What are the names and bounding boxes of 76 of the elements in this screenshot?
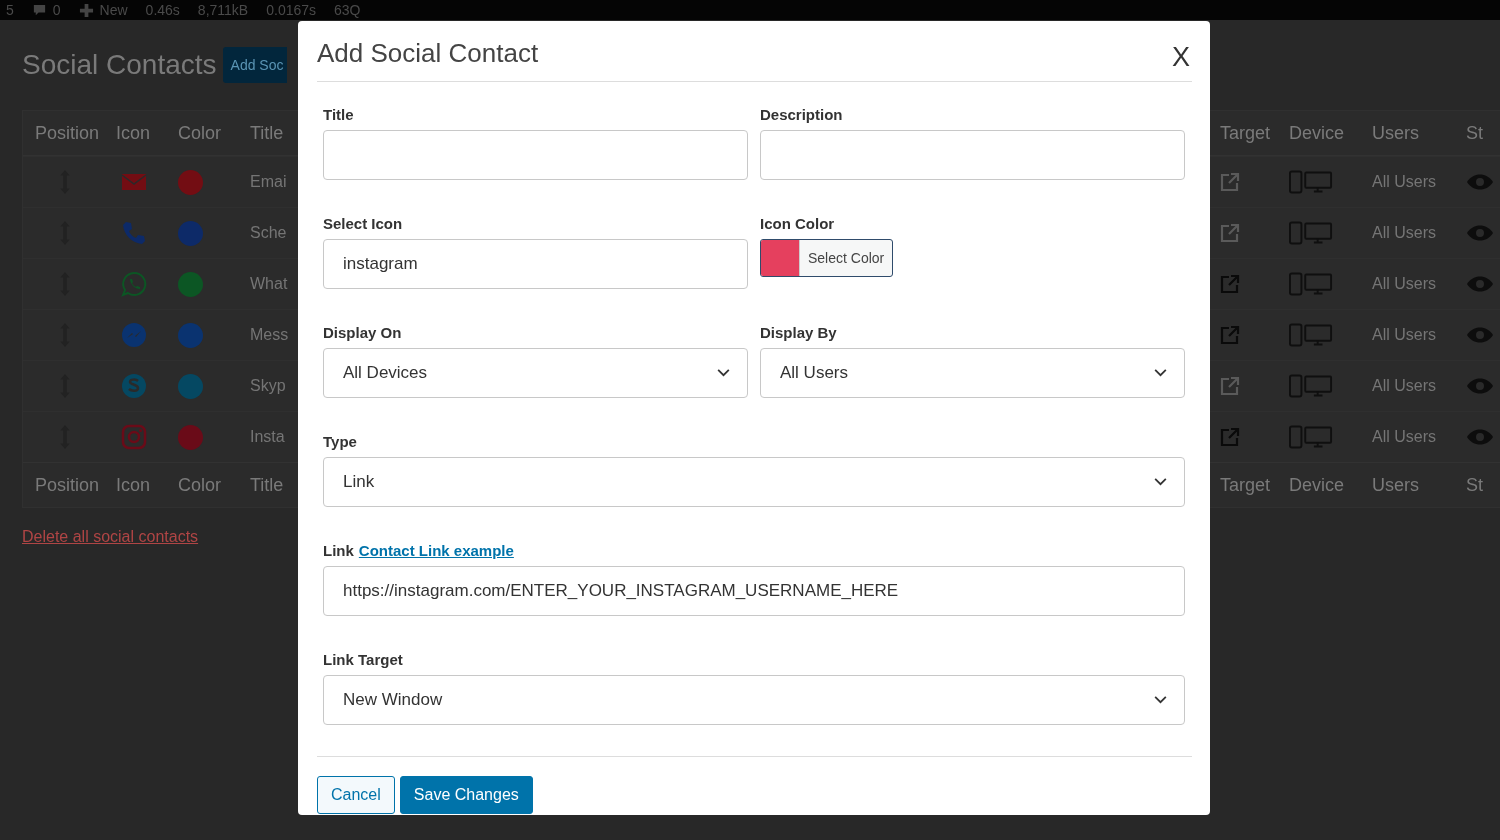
select-field[interactable]: All Users [760,348,1185,398]
field-label: Display On [323,323,402,341]
table-cell: All Users [1372,326,1436,344]
phone-monitor-icon [1289,272,1333,296]
example-link[interactable]: Contact Link example [358,541,514,559]
modal-title: Add Social Contact [317,38,539,70]
eye-icon [1466,377,1494,395]
column-footer: Device [1289,474,1372,496]
table-cell: All Users [1372,173,1436,191]
table-cell: All Users [1372,275,1436,293]
column-footer: Title [250,474,298,496]
table-cell: Emai [250,173,287,191]
input-field[interactable]: instagram [323,239,748,289]
camera-icon [121,424,147,450]
chevron-down-icon [1154,696,1167,704]
column-header: Users [1372,122,1420,144]
column-header: Icon [116,122,152,144]
table-cell: Mess [250,326,289,344]
input-field[interactable]: https://instagram.com/ENTER_YOUR_INSTAGRAM_USERNAME_HERE [323,566,1185,616]
chevron-down-icon [1154,369,1167,377]
input-field[interactable] [760,130,1185,180]
select-field[interactable]: New Window [323,675,1185,725]
column-header: Title [250,122,285,144]
plus-icon [78,2,94,18]
field-label: Link [323,541,354,559]
table-cell: Sche [250,224,287,242]
add-button[interactable]: Add Soc [222,47,288,83]
column-footer: Position [23,474,116,496]
eye-icon [1466,428,1494,446]
phone-monitor-icon [1289,425,1333,449]
column-header: Device [1289,122,1346,144]
cancel-button[interactable]: Cancel [317,776,395,814]
column-footer: Users [1372,474,1466,496]
select-field[interactable]: Link [323,457,1185,507]
field-label: Display By [760,323,837,341]
color-picker-button[interactable]: Select Color [760,239,894,277]
table-cell: Skyp [250,377,286,395]
phone-monitor-icon [1289,323,1333,347]
chat-phone-icon [121,271,147,297]
phone-monitor-icon [1289,221,1333,245]
eye-icon [1466,173,1494,191]
messenger-icon [121,322,147,348]
column-header: Color [178,122,222,144]
close-button[interactable]: X [1172,42,1192,81]
field-label: Select Icon [323,214,403,232]
column-footer: Target [1210,474,1289,496]
phone-monitor-icon [1289,170,1333,194]
phone-monitor-icon [1289,374,1333,398]
field-label: Link Target [323,650,403,668]
field-label: Title [323,105,354,123]
column-header: St [1466,122,1484,144]
table-cell: Insta [250,428,285,446]
table-cell: All Users [1372,224,1436,242]
field-label: Description [760,105,843,123]
select-field[interactable]: All Devices [323,348,748,398]
page-title: Social Contacts [22,49,217,81]
field-label: Type [323,432,357,450]
chevron-down-icon [717,369,730,377]
eye-icon [1466,275,1494,293]
column-footer: St [1466,474,1500,496]
eye-icon [1466,224,1494,242]
column-footer: Icon [116,474,178,496]
delete-all-link[interactable]: Delete all social contacts [22,528,199,546]
chevron-down-icon [1154,478,1167,486]
input-field[interactable] [323,130,748,180]
phone-icon [121,220,147,246]
column-header: Position [34,122,101,144]
table-cell: What [250,275,288,293]
column-header: Target [1219,122,1272,144]
column-footer: Color [178,474,250,496]
skype-icon [121,373,147,399]
table-cell: All Users [1372,428,1436,446]
eye-icon [1466,326,1494,344]
table-cell: All Users [1372,377,1436,395]
field-label: Icon Color [760,214,835,232]
save-button[interactable]: Save Changes [399,776,533,814]
